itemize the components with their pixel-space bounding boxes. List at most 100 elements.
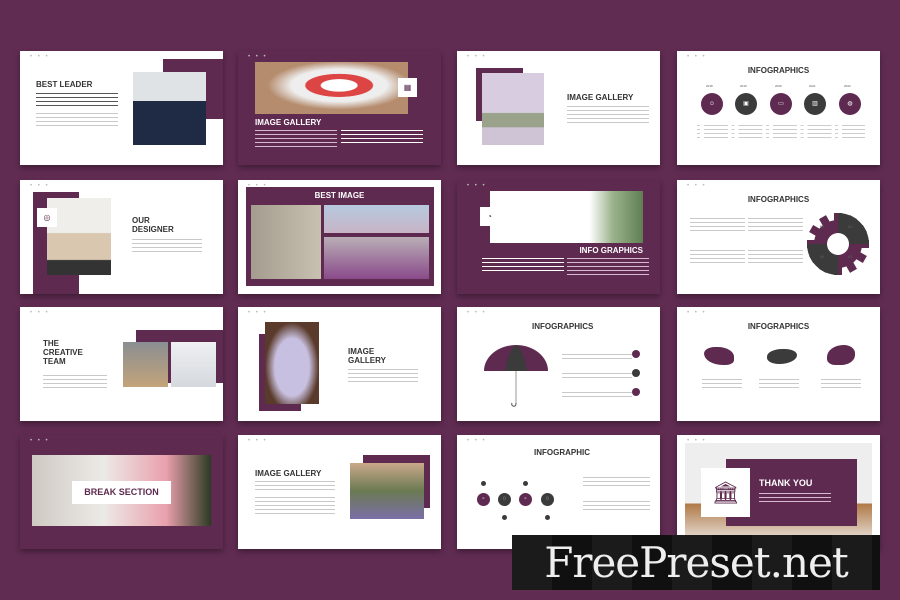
slide-title-line1: IMAGE	[348, 347, 375, 356]
year-label: 2020	[775, 84, 782, 88]
team-photo-2	[171, 342, 216, 387]
slide-title-line2: GALLERY	[348, 356, 386, 365]
slide-dots: • • •	[248, 54, 268, 60]
globe-icon: ◍	[839, 93, 861, 115]
description	[702, 379, 742, 389]
slide-our-designer[interactable]: • • • ◎ OUR DESIGNER	[20, 180, 223, 294]
bullet-icon	[632, 388, 640, 396]
slide-break-section[interactable]: • • • BREAK SECTION	[20, 435, 223, 549]
slide-image-gallery-1[interactable]: • • • ▦ IMAGE GALLERY	[238, 51, 441, 165]
slide-title-line2: CREATIVE	[43, 348, 83, 357]
slide-best-leader[interactable]: • • • BEST LEADER	[20, 51, 223, 165]
slide-infographics-map[interactable]: • • • INFOGRAPHICS	[677, 307, 880, 421]
bank-icon: 🏛	[701, 468, 750, 517]
slide-infographics-gear[interactable]: • • • INFOGRAPHICS 01 02 03 04	[677, 180, 880, 294]
body-text	[36, 93, 118, 109]
segment-label: 01	[820, 224, 825, 229]
step-dot	[481, 481, 486, 486]
slide-dots: • • •	[467, 310, 487, 316]
description	[562, 354, 632, 362]
slide-infographics-timeline[interactable]: • • • INFOGRAPHICS 2018 2019 2020 2021 2…	[677, 51, 880, 165]
step-dot	[523, 481, 528, 486]
pie-chart-icon: ◔	[480, 207, 499, 226]
body-text	[43, 375, 107, 389]
building-icon: ▥	[804, 93, 826, 115]
slide-thank-you[interactable]: • • • 🏛 THANK YOU	[677, 435, 880, 549]
chat-icon: ▭	[770, 93, 792, 115]
slide-dots: • • •	[687, 183, 707, 189]
slide-creative-team[interactable]: • • • THE CREATIVE TEAM	[20, 307, 223, 421]
slide-title-line1: OUR	[132, 216, 150, 225]
body-text	[36, 113, 118, 129]
slide-dots: • • •	[30, 310, 50, 316]
bullet-icon	[632, 350, 640, 358]
description	[690, 250, 745, 266]
slide-dots: • • •	[467, 54, 487, 60]
body-text	[255, 130, 337, 150]
photo-flower-3	[324, 237, 429, 279]
slide-infographics-umbrella[interactable]: • • • INFOGRAPHICS	[457, 307, 660, 421]
step-dot	[502, 515, 507, 520]
body-text	[567, 106, 649, 124]
slide-image-gallery-2[interactable]: • • • IMAGE GALLERY	[457, 51, 660, 165]
gear-diagram	[807, 213, 869, 275]
slide-title: INFOGRAPHICS	[532, 322, 594, 331]
slide-image-gallery-3[interactable]: • • • IMAGE GALLERY	[238, 307, 441, 421]
flowers-photo	[350, 463, 424, 519]
europe-map	[767, 349, 797, 364]
asia-map	[827, 345, 855, 365]
segment-label: 03	[848, 254, 853, 259]
year-label: 2021	[809, 84, 816, 88]
photo-flower-2	[324, 205, 429, 233]
body-text	[348, 369, 418, 383]
body-text	[255, 497, 335, 515]
slide-dots: • • •	[248, 310, 268, 316]
slide-dots: • • •	[687, 54, 707, 60]
slide-title: INFO GRAPHICS	[579, 246, 643, 255]
flower-photo	[255, 62, 408, 114]
slide-title: BEST LEADER	[36, 80, 93, 89]
body-text	[341, 130, 423, 146]
slide-dots: • • •	[30, 54, 50, 60]
slide-title: INFOGRAPHIC	[534, 448, 590, 457]
description	[748, 218, 803, 234]
description	[562, 392, 632, 400]
slide-best-image[interactable]: • • • BEST IMAGE	[238, 180, 441, 294]
body-text	[255, 481, 335, 491]
north-america-map	[704, 347, 734, 365]
segment-label: 04	[820, 254, 825, 259]
body-text	[132, 239, 202, 253]
step-dot	[545, 515, 550, 520]
description	[690, 218, 745, 234]
slide-title: IMAGE GALLERY	[567, 93, 634, 102]
slide-image-gallery-4[interactable]: • • • IMAGE GALLERY	[238, 435, 441, 549]
description	[759, 379, 799, 389]
descriptions	[697, 125, 865, 139]
slide-dots: • • •	[248, 438, 268, 444]
slide-title-line2: DESIGNER	[132, 225, 174, 234]
year-label: 2022	[844, 84, 851, 88]
slide-dots: • • •	[467, 183, 487, 189]
year-label: 2018	[706, 84, 713, 88]
leader-photo	[133, 72, 206, 145]
slide-infographic-steps[interactable]: • • • INFOGRAPHIC ▫ ◌ ▫ ◌	[457, 435, 660, 549]
body-text	[482, 258, 564, 274]
briefcase-icon: ▣	[735, 93, 757, 115]
slide-title-line1: THE	[43, 339, 59, 348]
slide-dots: • • •	[30, 183, 50, 189]
description	[821, 379, 861, 389]
succulent-photo	[490, 191, 643, 243]
target-icon: ◎	[37, 208, 57, 227]
body-text	[567, 258, 649, 278]
slide-title: INFOGRAPHICS	[747, 66, 810, 75]
team-photo-1	[123, 342, 168, 387]
user-icon: ☺	[701, 93, 723, 115]
watermark: FreePreset.net	[512, 535, 880, 590]
description	[748, 250, 803, 266]
slide-info-graphics[interactable]: • • • ◔ INFO GRAPHICS	[457, 180, 660, 294]
slide-dots: • • •	[687, 310, 707, 316]
segment-label: 02	[848, 224, 853, 229]
bullet-icon	[632, 369, 640, 377]
body-text	[583, 477, 650, 489]
calendar-icon: ▦	[398, 78, 417, 97]
